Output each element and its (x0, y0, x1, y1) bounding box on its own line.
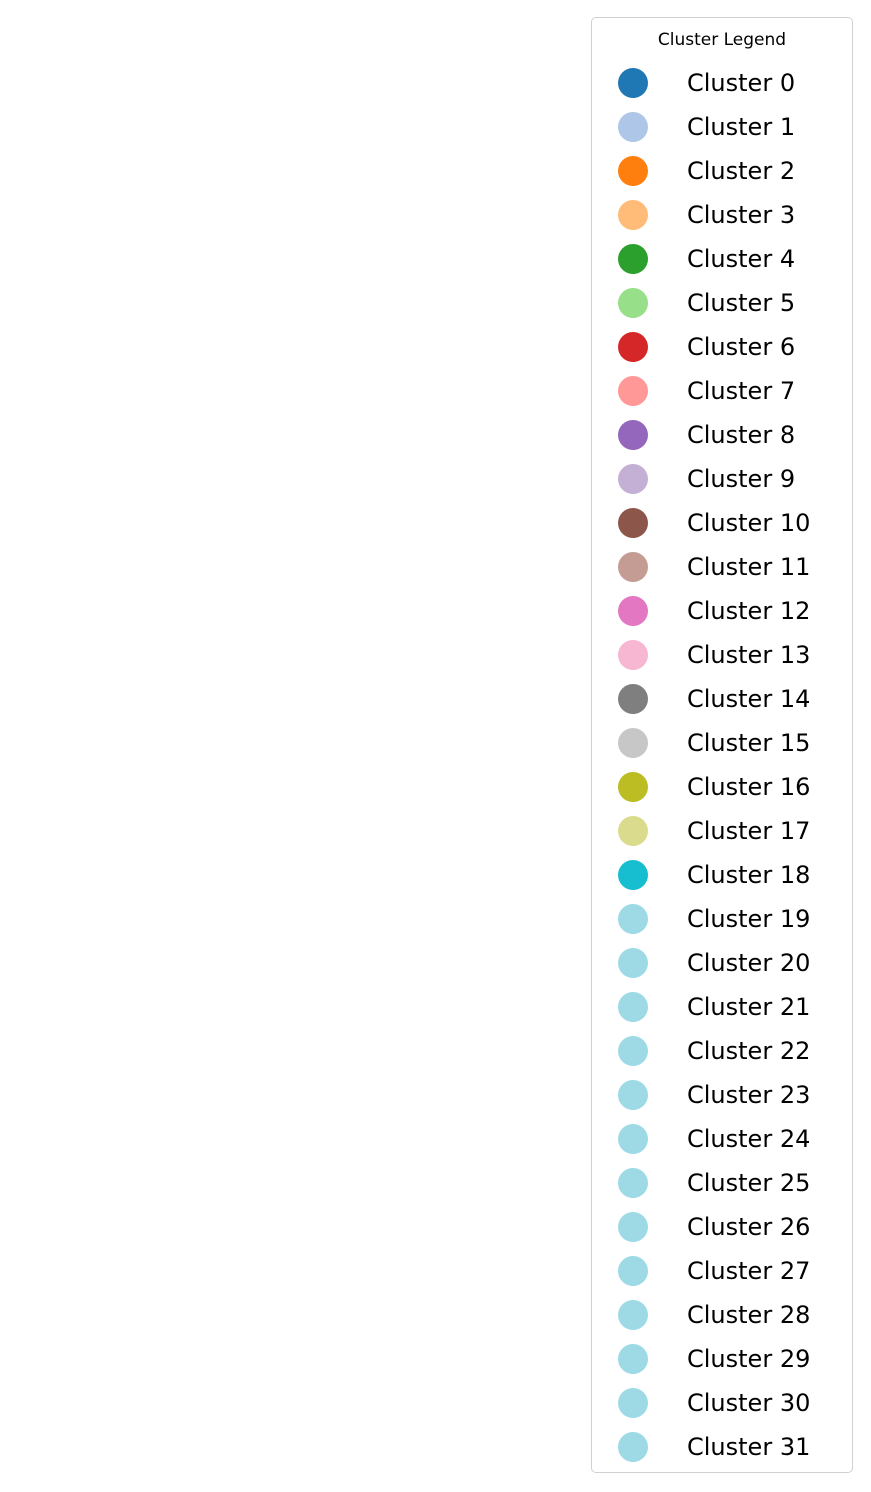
legend-label: Cluster 2 (687, 157, 796, 185)
legend-marker (618, 728, 648, 758)
legend-entry: Cluster 29 (592, 1337, 852, 1381)
legend-marker (618, 464, 648, 494)
legend-label: Cluster 0 (687, 69, 796, 97)
legend-entry: Cluster 14 (592, 677, 852, 721)
legend-marker (618, 860, 648, 890)
legend-entry: Cluster 7 (592, 369, 852, 413)
legend-label: Cluster 1 (687, 113, 796, 141)
legend-marker (618, 596, 648, 626)
legend-label: Cluster 3 (687, 201, 796, 229)
legend-entry: Cluster 0 (592, 61, 852, 105)
legend-marker (618, 1124, 648, 1154)
legend-label: Cluster 25 (687, 1169, 811, 1197)
chart-legend: Cluster Legend Cluster 0 Cluster 1 Cluster… (591, 17, 853, 1473)
legend-entry: Cluster 31 (592, 1425, 852, 1469)
legend-label: Cluster 8 (687, 421, 796, 449)
legend-entry: Cluster 1 (592, 105, 852, 149)
legend-entry: Cluster 19 (592, 897, 852, 941)
legend-marker (618, 552, 648, 582)
legend-marker (618, 1344, 648, 1374)
legend-label: Cluster 21 (687, 993, 811, 1021)
legend-label: Cluster 16 (687, 773, 811, 801)
legend-label: Cluster 12 (687, 597, 811, 625)
legend-label: Cluster 26 (687, 1213, 811, 1241)
legend-marker (618, 112, 648, 142)
legend-label: Cluster 27 (687, 1257, 811, 1285)
legend-label: Cluster 13 (687, 641, 811, 669)
legend-marker (618, 772, 648, 802)
legend-marker (618, 200, 648, 230)
legend-marker (618, 816, 648, 846)
legend-marker (618, 684, 648, 714)
legend-marker (618, 1168, 648, 1198)
legend-entry: Cluster 12 (592, 589, 852, 633)
legend-label: Cluster 10 (687, 509, 811, 537)
legend-entry: Cluster 22 (592, 1029, 852, 1073)
legend-marker (618, 992, 648, 1022)
legend-label: Cluster 23 (687, 1081, 811, 1109)
legend-marker (618, 68, 648, 98)
legend-entry: Cluster 18 (592, 853, 852, 897)
legend-marker (618, 244, 648, 274)
legend-title: Cluster Legend (657, 30, 787, 50)
legend-entry: Cluster 26 (592, 1205, 852, 1249)
legend-label: Cluster 30 (687, 1389, 811, 1417)
legend-marker (618, 376, 648, 406)
legend-marker (618, 1432, 648, 1462)
legend-marker (618, 1212, 648, 1242)
legend-entry: Cluster 13 (592, 633, 852, 677)
legend-label: Cluster 22 (687, 1037, 811, 1065)
legend-marker (618, 1300, 648, 1330)
legend-marker (618, 1080, 648, 1110)
legend-entry: Cluster 4 (592, 237, 852, 281)
legend-entry: Cluster 25 (592, 1161, 852, 1205)
legend-entry: Cluster 30 (592, 1381, 852, 1425)
legend-entry: Cluster 10 (592, 501, 852, 545)
legend-marker (618, 904, 648, 934)
legend-entry: Cluster 21 (592, 985, 852, 1029)
legend-label: Cluster 31 (687, 1433, 811, 1461)
legend-entry: Cluster 23 (592, 1073, 852, 1117)
legend-label: Cluster 15 (687, 729, 811, 757)
legend-marker (618, 420, 648, 450)
legend-marker (618, 288, 648, 318)
legend-entry: Cluster 16 (592, 765, 852, 809)
legend-marker (618, 1256, 648, 1286)
legend-label: Cluster 29 (687, 1345, 811, 1373)
legend-entry: Cluster 3 (592, 193, 852, 237)
legend-entry: Cluster 20 (592, 941, 852, 985)
legend-entry: Cluster 17 (592, 809, 852, 853)
legend-marker (618, 1036, 648, 1066)
legend-label: Cluster 17 (687, 817, 811, 845)
legend-entry: Cluster 5 (592, 281, 852, 325)
legend-label: Cluster 24 (687, 1125, 811, 1153)
legend-entry: Cluster 28 (592, 1293, 852, 1337)
legend-entry: Cluster 9 (592, 457, 852, 501)
legend-marker (618, 1388, 648, 1418)
legend-entry: Cluster 2 (592, 149, 852, 193)
legend-marker (618, 508, 648, 538)
legend-label: Cluster 5 (687, 289, 796, 317)
legend-label: Cluster 11 (687, 553, 811, 581)
legend-label: Cluster 14 (687, 685, 811, 713)
legend-entry: Cluster 11 (592, 545, 852, 589)
legend-marker (618, 640, 648, 670)
legend-marker (618, 156, 648, 186)
legend-marker (618, 948, 648, 978)
legend-label: Cluster 9 (687, 465, 796, 493)
legend-entry: Cluster 15 (592, 721, 852, 765)
legend-label: Cluster 18 (687, 861, 811, 889)
legend-entry: Cluster 6 (592, 325, 852, 369)
legend-label: Cluster 20 (687, 949, 811, 977)
legend-label: Cluster 6 (687, 333, 796, 361)
legend-label: Cluster 19 (687, 905, 811, 933)
legend-label: Cluster 28 (687, 1301, 811, 1329)
legend-marker (618, 332, 648, 362)
legend-label: Cluster 4 (687, 245, 796, 273)
legend-entries: Cluster 0 Cluster 1 Cluster 2 Cluster 3 Clus… (592, 61, 852, 1469)
legend-entry: Cluster 24 (592, 1117, 852, 1161)
legend-label: Cluster 7 (687, 377, 796, 405)
legend-entry: Cluster 27 (592, 1249, 852, 1293)
legend-entry: Cluster 8 (592, 413, 852, 457)
